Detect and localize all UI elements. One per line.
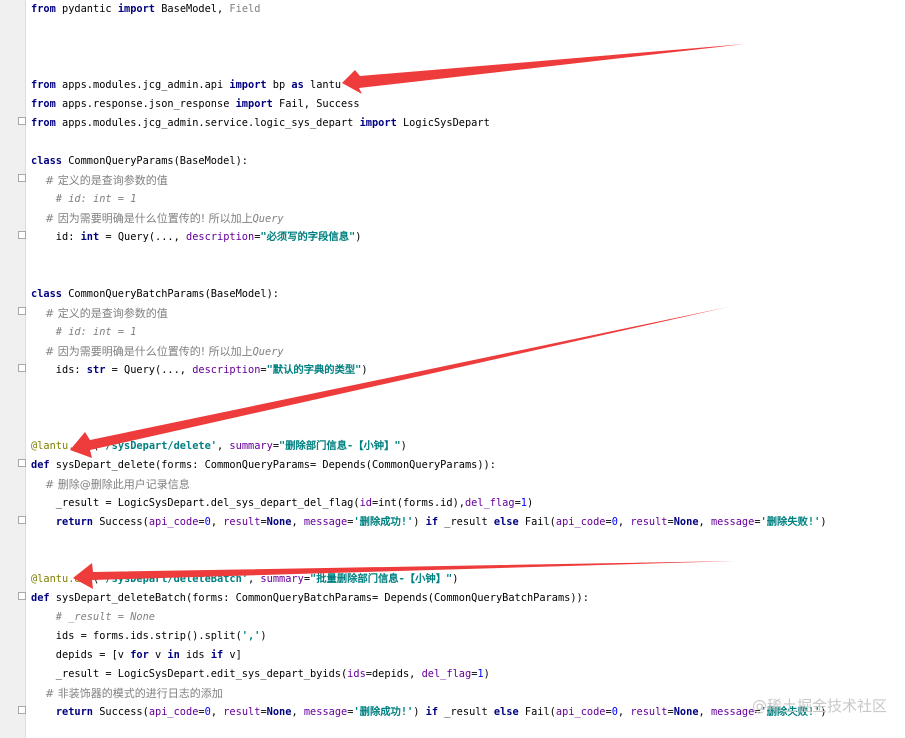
code-line-comment: # 因为需要明确是什么位置传的! 所以加上Query <box>31 345 284 358</box>
code-line-id-field: id: int = Query(..., description="必须写的字段… <box>31 231 362 243</box>
code-line-def-delete-batch: def sysDepart_deleteBatch(forms: CommonQ… <box>31 592 589 604</box>
code-line-comment: # 定义的是查询参数的值 <box>31 174 168 187</box>
code-line-class-common-query: class CommonQueryParams(BaseModel): <box>31 155 248 167</box>
code-line-def-delete: def sysDepart_delete(forms: CommonQueryP… <box>31 459 496 471</box>
code-line-depids: depids = [v for v in ids if v] <box>31 649 242 661</box>
code-line-comment: # 非装饰器的模式的进行日志的添加 <box>31 687 223 700</box>
code-editor[interactable]: from pydantic import BaseModel, Field fr… <box>0 0 905 738</box>
code-line-import-service: from apps.modules.jcg_admin.service.logi… <box>31 117 490 129</box>
code-line-decorator-delete-batch: @lantu.del('/sysDepart/deleteBatch', sum… <box>31 573 459 585</box>
code-line-class-common-query-batch: class CommonQueryBatchParams(BaseModel): <box>31 288 279 300</box>
code-line-comment: # 因为需要明确是什么位置传的! 所以加上Query <box>31 212 284 225</box>
code-line-result-delete: _result = LogicSysDepart.del_sys_depart_… <box>31 497 534 509</box>
code-line-result-batch: _result = LogicSysDepart.edit_sys_depart… <box>31 668 490 680</box>
code-line-ids-field: ids: str = Query(..., description="默认的字典… <box>31 364 368 376</box>
code-line-import-response: from apps.response.json_response import … <box>31 98 360 110</box>
watermark: @稀土掘金技术社区 <box>751 697 887 715</box>
code-line-comment: # _result = None <box>31 611 155 623</box>
code-line-comment: # 删除@删除此用户记录信息 <box>31 478 190 491</box>
code-line-split-ids: ids = forms.ids.strip().split(',') <box>31 630 267 642</box>
code-line-comment: # id: int = 1 <box>31 193 137 205</box>
code-line-import-api: from apps.modules.jcg_admin.api import b… <box>31 79 342 91</box>
code-line-decorator-delete: @lantu.del('/sysDepart/delete', summary=… <box>31 440 407 452</box>
code-line-comment: # 定义的是查询参数的值 <box>31 307 168 320</box>
code-line-return-delete: return Success(api_code=0, result=None, … <box>55 516 827 528</box>
code-line-comment: # id: int = 1 <box>31 326 137 338</box>
code-line-import-pydantic: from pydantic import BaseModel, Field <box>31 3 261 15</box>
code-line-return-batch: return Success(api_code=0, result=None, … <box>55 706 827 718</box>
